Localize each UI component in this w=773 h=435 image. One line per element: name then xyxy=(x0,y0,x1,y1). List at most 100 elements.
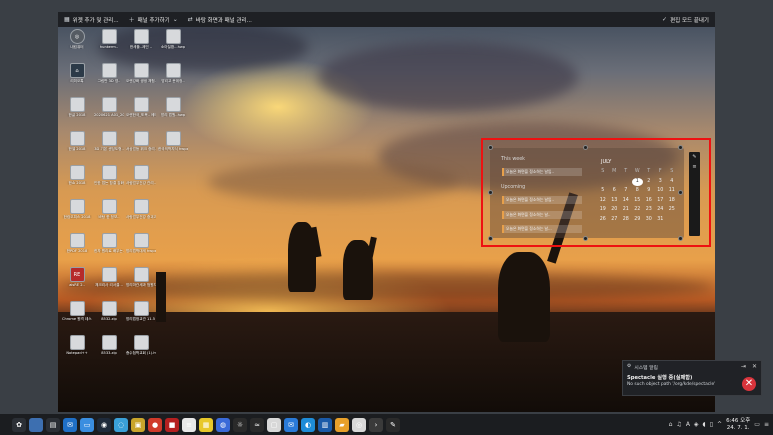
calendar-day[interactable]: 19 xyxy=(597,206,609,215)
resize-handle[interactable] xyxy=(678,236,683,241)
calendar-day[interactable]: 23 xyxy=(643,206,655,215)
desktop-icon[interactable]: Notepad++ xyxy=(62,335,92,355)
desktop-icon[interactable]: 그림판 3D 영.. xyxy=(94,63,124,83)
calendar-day[interactable]: 12 xyxy=(597,197,609,206)
outlook-icon[interactable]: ✉ xyxy=(63,417,77,432)
task-manager-icon[interactable]: ▤ xyxy=(46,417,60,432)
desktop-icon[interactable]: 한자 원리로 배우는.. xyxy=(94,233,124,253)
document-icon[interactable]: ≡ xyxy=(182,417,196,432)
calendar-day[interactable]: 10 xyxy=(655,187,667,196)
desktop-icon[interactable]: ⌂ 리미오톡 xyxy=(62,63,92,83)
monitor-icon[interactable]: ▢ xyxy=(267,417,281,432)
calendar-day[interactable]: 28 xyxy=(620,216,632,225)
calendar-day[interactable]: 11 xyxy=(666,187,678,196)
resize-handle[interactable] xyxy=(488,190,493,195)
chrome-icon[interactable]: ◎ xyxy=(352,417,366,432)
resize-handle[interactable] xyxy=(488,145,493,150)
desktop-icon[interactable]: 오랜한국_또목.. 메타만.. xyxy=(126,97,156,117)
calendar-day[interactable]: 1 xyxy=(631,177,643,186)
calendar-day[interactable]: 30 xyxy=(643,216,655,225)
calendar-day[interactable]: 15 xyxy=(632,197,644,206)
network-icon[interactable]: ⌂ xyxy=(669,421,673,428)
desktop-icon[interactable]: 2020621 A01_201947.. xyxy=(94,97,124,117)
notes-icon[interactable]: ▦ xyxy=(199,417,213,432)
calendar-day[interactable]: 2 xyxy=(643,178,655,187)
desktop-icon[interactable]: 서상업등 위크 중리.hwp xyxy=(126,131,156,151)
calendar-day[interactable]: 22 xyxy=(632,206,644,215)
desktop-icon[interactable]: 사람업무건강 관리.. xyxy=(126,165,156,185)
desktop-icon[interactable]: Chrome 원격 데스크톱 xyxy=(62,301,92,321)
keyboard-icon[interactable]: A xyxy=(686,421,690,428)
event-item[interactable]: 오늘은 화면을 정소하는 날... xyxy=(502,225,582,233)
desktop-icon[interactable]: 증수첩학교회 (1).hwpx xyxy=(126,335,156,355)
calendar-day[interactable]: 14 xyxy=(620,197,632,206)
calendar-day[interactable]: 6 xyxy=(609,187,621,196)
desktop-icon[interactable]: 한셀 2018 xyxy=(62,131,92,151)
desktop-icon[interactable]: 소아질환...hwp xyxy=(158,29,188,49)
calendar-day[interactable] xyxy=(666,216,678,225)
add-panel-button[interactable]: ＋ 패널 추가하기 ⌄ xyxy=(129,15,178,24)
display-icon[interactable]: ▥ xyxy=(318,417,332,432)
calendar-day[interactable]: 3 xyxy=(655,178,667,187)
show-desktop-icon[interactable]: ▭ xyxy=(754,421,760,428)
desktop-icon[interactable]: RE aisRE 2.. xyxy=(62,267,92,287)
calendar-day[interactable] xyxy=(609,178,621,187)
folder-icon[interactable]: ▰ xyxy=(335,417,349,432)
desktop-icon[interactable]: 방리법학대세 hwpx xyxy=(126,233,156,253)
widget-handle-bar[interactable]: ✎ ≡ xyxy=(689,152,700,236)
pin-notification-icon[interactable]: ⇥ xyxy=(741,363,746,370)
bluetooth-icon[interactable]: ◈ xyxy=(694,421,699,428)
desktop-icon[interactable]: hunkerm.. xyxy=(94,29,124,49)
desktop-icon[interactable]: 바탕 한 정보.. xyxy=(94,199,124,219)
desktop-pager-icon[interactable] xyxy=(29,417,43,432)
event-item[interactable]: 오늘은 화면을 정소하는 날.. xyxy=(502,211,582,219)
calendar-day[interactable]: 25 xyxy=(666,206,678,215)
mail-icon[interactable]: ✉ xyxy=(284,417,298,432)
desktop-icon[interactable]: 방리고 문위정.. xyxy=(158,63,188,83)
app-launcher-icon[interactable]: ✿ xyxy=(12,417,26,432)
audio-icon[interactable]: ♫ xyxy=(676,421,681,428)
calendar-day[interactable]: 31 xyxy=(655,216,667,225)
close-icon[interactable]: ✕ xyxy=(752,363,757,370)
calendar-day[interactable]: 20 xyxy=(609,206,621,215)
desktop-icon[interactable]: 8533.zip xyxy=(94,335,124,355)
desktop-icon[interactable]: 한국의학지식 hwpx xyxy=(158,131,188,151)
archive-icon[interactable]: ▣ xyxy=(131,417,145,432)
desktop-icon[interactable]: 인한 접는 참결 강화.. xyxy=(94,165,124,185)
calendar-day[interactable]: 18 xyxy=(666,197,678,206)
resize-handle[interactable] xyxy=(488,236,493,241)
menu-icon[interactable]: ≡ xyxy=(764,421,769,428)
volume-icon[interactable]: ◖ xyxy=(703,421,706,428)
calendar-day[interactable]: 13 xyxy=(609,197,621,206)
calendar-day[interactable]: 4 xyxy=(666,178,678,187)
resize-handle[interactable] xyxy=(583,145,588,150)
sync-icon[interactable]: ◌ xyxy=(114,417,128,432)
desktop-icon[interactable]: 한글 2018 xyxy=(62,97,92,117)
exit-edit-mode-button[interactable]: ✓ 편집 모드 끝내기 xyxy=(662,16,709,24)
desktop-icon[interactable]: 오랜강화 생생 체험.. xyxy=(126,63,156,83)
app-red-icon[interactable]: ■ xyxy=(165,417,179,432)
calendar-day[interactable]: 26 xyxy=(597,216,609,225)
edge-icon[interactable]: ◐ xyxy=(301,417,315,432)
file-manager-icon[interactable]: ▭ xyxy=(80,417,94,432)
desktop-icon[interactable]: 8532.zip xyxy=(94,301,124,321)
manage-desktop-button[interactable]: ⇄ 바탕 화면과 패널 관리... xyxy=(188,16,252,24)
paint-icon[interactable]: ✎ xyxy=(386,417,400,432)
desktop-icon[interactable]: 한쇼 2018 xyxy=(62,165,92,185)
calendar-day[interactable]: 29 xyxy=(632,216,644,225)
calendar-day[interactable]: 27 xyxy=(609,216,621,225)
game-icon[interactable]: ● xyxy=(148,417,162,432)
clock[interactable]: 6:46 오후 24. 7. 1. xyxy=(726,418,750,431)
resize-handle[interactable] xyxy=(583,236,588,241)
resize-handle[interactable] xyxy=(678,145,683,150)
calendar-day[interactable]: 21 xyxy=(620,206,632,215)
calendar-day[interactable]: 16 xyxy=(643,197,655,206)
tools-icon[interactable]: ☼ xyxy=(233,417,247,432)
browser-icon[interactable]: ◍ xyxy=(216,417,230,432)
desktop-icon[interactable]: 체크리사 리서클... xyxy=(94,267,124,287)
terminal-icon[interactable]: › xyxy=(369,417,383,432)
calendar-day[interactable]: 24 xyxy=(655,206,667,215)
chevron-up-icon[interactable]: ^ xyxy=(717,421,722,428)
event-item[interactable]: 오늘은 화면을 정소하는 날입.. xyxy=(502,168,582,176)
calendar-day[interactable]: 5 xyxy=(597,187,609,196)
